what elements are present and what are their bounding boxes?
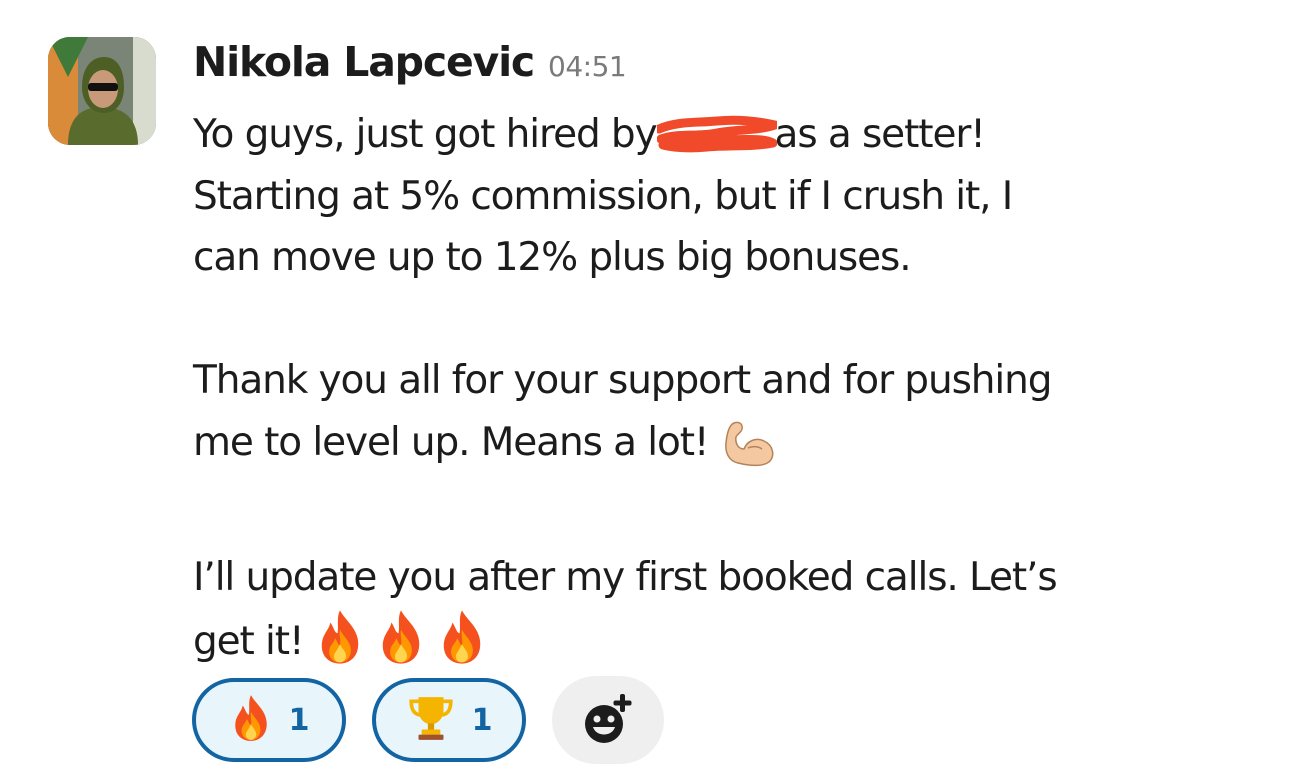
message-body: Yo guys, just got hired by as a setter! … bbox=[193, 104, 1273, 685]
reactions-bar: 1 1 bbox=[192, 676, 664, 764]
message-line: can move up to 12% plus big bonuses. bbox=[193, 235, 912, 280]
avatar[interactable] bbox=[48, 37, 156, 145]
message-text: me to level up. Means a lot! bbox=[193, 419, 710, 465]
sender-name[interactable]: Nikola Lapcevic bbox=[193, 38, 535, 86]
fire-icon bbox=[229, 693, 273, 747]
message-text: as a setter! bbox=[774, 112, 986, 157]
message-line: I’ll update you after my first booked ca… bbox=[193, 554, 1058, 600]
reaction-count: 1 bbox=[471, 702, 493, 738]
fire-icon bbox=[315, 608, 365, 685]
add-reaction-button[interactable] bbox=[552, 676, 664, 764]
message-text: get it! bbox=[193, 619, 305, 664]
timestamp[interactable]: 04:51 bbox=[548, 50, 627, 83]
fire-icon bbox=[376, 608, 426, 685]
flexed-biceps-icon bbox=[720, 419, 780, 486]
message-line: Thank you all for your support and for p… bbox=[193, 358, 1053, 403]
message-header: Nikola Lapcevic 04:51 bbox=[193, 38, 627, 100]
reaction-fire[interactable]: 1 bbox=[192, 678, 346, 762]
message-text: Yo guys, just got hired by bbox=[193, 112, 658, 157]
message-line: Yo guys, just got hired by as a setter! bbox=[193, 104, 1273, 166]
message-line: me to level up. Means a lot! bbox=[193, 412, 1273, 486]
message: Nikola Lapcevic 04:51 Yo guys, just got … bbox=[0, 0, 1289, 776]
redaction-scribble bbox=[656, 115, 777, 153]
trophy-icon bbox=[406, 693, 456, 747]
fire-icon bbox=[437, 608, 487, 685]
reaction-count: 1 bbox=[288, 702, 310, 738]
add-reaction-icon bbox=[585, 694, 632, 743]
reaction-trophy[interactable]: 1 bbox=[372, 678, 526, 762]
message-line: Starting at 5% commission, but if I crus… bbox=[193, 173, 1013, 219]
message-line: get it! bbox=[193, 608, 1273, 685]
avatar-photo bbox=[48, 37, 156, 145]
